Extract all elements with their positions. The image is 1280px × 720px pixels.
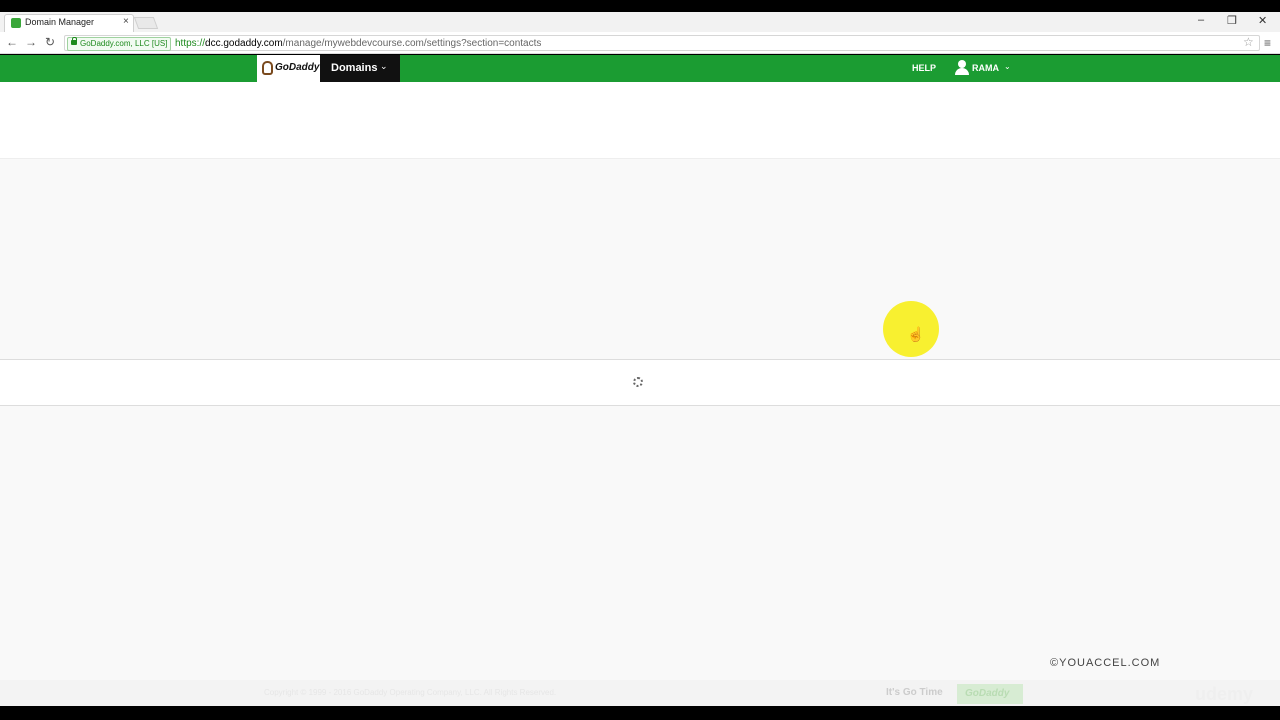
footer-tagline: It's Go Time <box>886 687 943 698</box>
minimize-icon[interactable]: – <box>1198 14 1204 26</box>
chevron-down-icon: ⌄ <box>380 61 388 71</box>
watermark: ©YOUACCEL.COM <box>1050 657 1161 669</box>
domains-label: Domains <box>331 62 378 74</box>
godaddy-logo[interactable]: GoDaddy <box>257 55 320 82</box>
address-bar[interactable]: GoDaddy.com, LLC [US] https://dcc.godadd… <box>64 35 1260 51</box>
url-host: dcc.godaddy.com <box>205 38 283 49</box>
godaddy-mascot-icon <box>262 61 273 75</box>
secure-badge[interactable]: GoDaddy.com, LLC [US] <box>67 37 172 51</box>
screen: Domain Manager × – ❐ ✕ ← → ↻ GoDaddy.com… <box>0 0 1280 720</box>
footer-badge-text: GoDaddy <box>965 688 1010 699</box>
user-name-button[interactable]: RAMA <box>972 63 999 73</box>
user-body <box>955 68 969 75</box>
page-footer <box>0 680 1280 706</box>
secure-label: GoDaddy.com, LLC [US] <box>80 39 168 48</box>
godaddy-favicon-icon <box>11 18 21 28</box>
help-link[interactable]: HELP <box>912 63 936 73</box>
new-tab-button[interactable] <box>133 17 159 29</box>
domains-menu-button[interactable]: Domains ⌄ <box>320 55 400 82</box>
browser-tab[interactable]: Domain Manager × <box>4 14 134 32</box>
tab-bar <box>0 12 1280 32</box>
bottom-letterbox <box>0 706 1280 720</box>
godaddy-header <box>0 55 1280 82</box>
url-protocol: https:// <box>175 38 206 49</box>
udemy-watermark: udemy <box>1195 684 1254 704</box>
forward-icon[interactable]: → <box>25 35 37 49</box>
user-chevron-down-icon[interactable]: ⌄ <box>1004 62 1011 71</box>
loading-spinner-icon <box>633 377 643 387</box>
url-path: /manage/mywebdevcourse.com/settings?sect… <box>282 38 542 49</box>
user-head <box>958 60 966 68</box>
footer-godaddy-badge: GoDaddy <box>957 684 1023 704</box>
back-icon[interactable]: ← <box>6 35 18 49</box>
bookmark-star-icon[interactable]: ☆ <box>1243 35 1254 49</box>
tab-title: Domain Manager <box>25 17 95 27</box>
tab-close-icon[interactable]: × <box>123 16 129 27</box>
restore-icon[interactable]: ❐ <box>1227 14 1237 27</box>
hand-cursor-icon: ☝ <box>907 326 925 342</box>
copyright-text: Copyright © 1999 - 2016 GoDaddy Operatin… <box>264 688 557 697</box>
window-close-icon[interactable]: ✕ <box>1258 14 1267 27</box>
user-icon[interactable] <box>954 60 970 76</box>
url-text[interactable]: https://dcc.godaddy.com/manage/mywebdevc… <box>175 37 541 50</box>
browser-menu-icon[interactable]: ≡ <box>1264 36 1271 50</box>
lock-icon <box>71 37 77 45</box>
reload-icon[interactable]: ↻ <box>45 35 55 49</box>
logo-text: GoDaddy <box>275 62 320 73</box>
page-header-band <box>0 82 1280 159</box>
top-letterbox <box>0 0 1280 12</box>
